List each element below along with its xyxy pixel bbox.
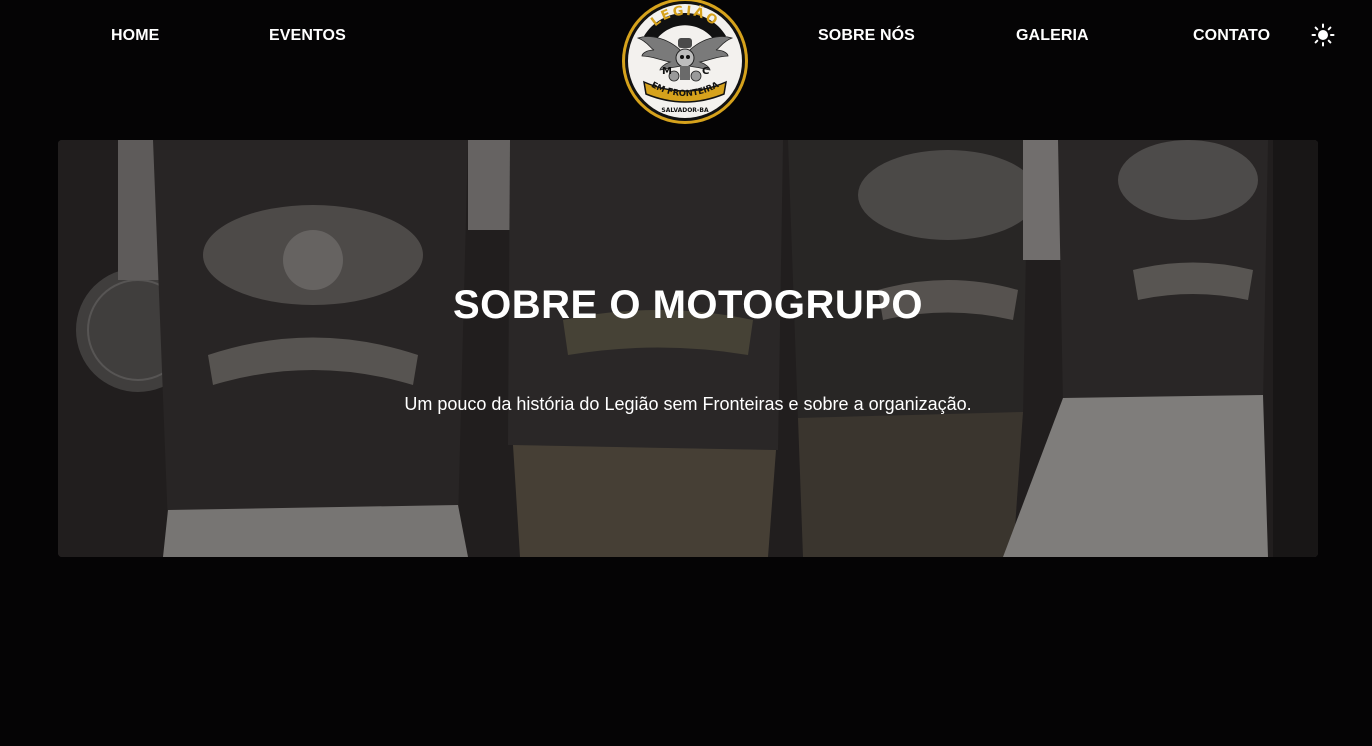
nav-home-link[interactable]: HOME [111,27,159,45]
club-logo[interactable]: LEGIÃO M C SEM FRONTEIRAS SALVADOR-BA [617,0,750,126]
nav-contato-link[interactable]: CONTATO [1193,27,1270,45]
theme-toggle-button[interactable] [1311,23,1335,47]
nav-galeria-link[interactable]: GALERIA [1016,27,1089,45]
main-navigation: HOME EVENTOS LEGIÃO M C EM FRONTEIRA SAL… [0,0,1372,130]
logo-bottom-text: SALVADOR-BA [661,107,709,114]
nav-sobre-link[interactable]: SOBRE NÓS [818,27,915,45]
sun-icon [1311,23,1335,47]
logo-letter-c: C [702,66,709,77]
hero-overlay [58,140,1318,557]
nav-eventos-link[interactable]: EVENTOS [269,27,346,45]
hero-banner: SOBRE O MOTOGRUPO Um pouco da história d… [58,140,1318,557]
logo-letter-m: M [662,66,672,77]
hero-subtitle: Um pouco da história do Legião sem Front… [404,394,972,414]
hero-title: SOBRE O MOTOGRUPO [452,283,924,327]
club-logo-emblem: LEGIÃO M C SEM FRONTEIRAS SALVADOR-BA [617,0,748,124]
